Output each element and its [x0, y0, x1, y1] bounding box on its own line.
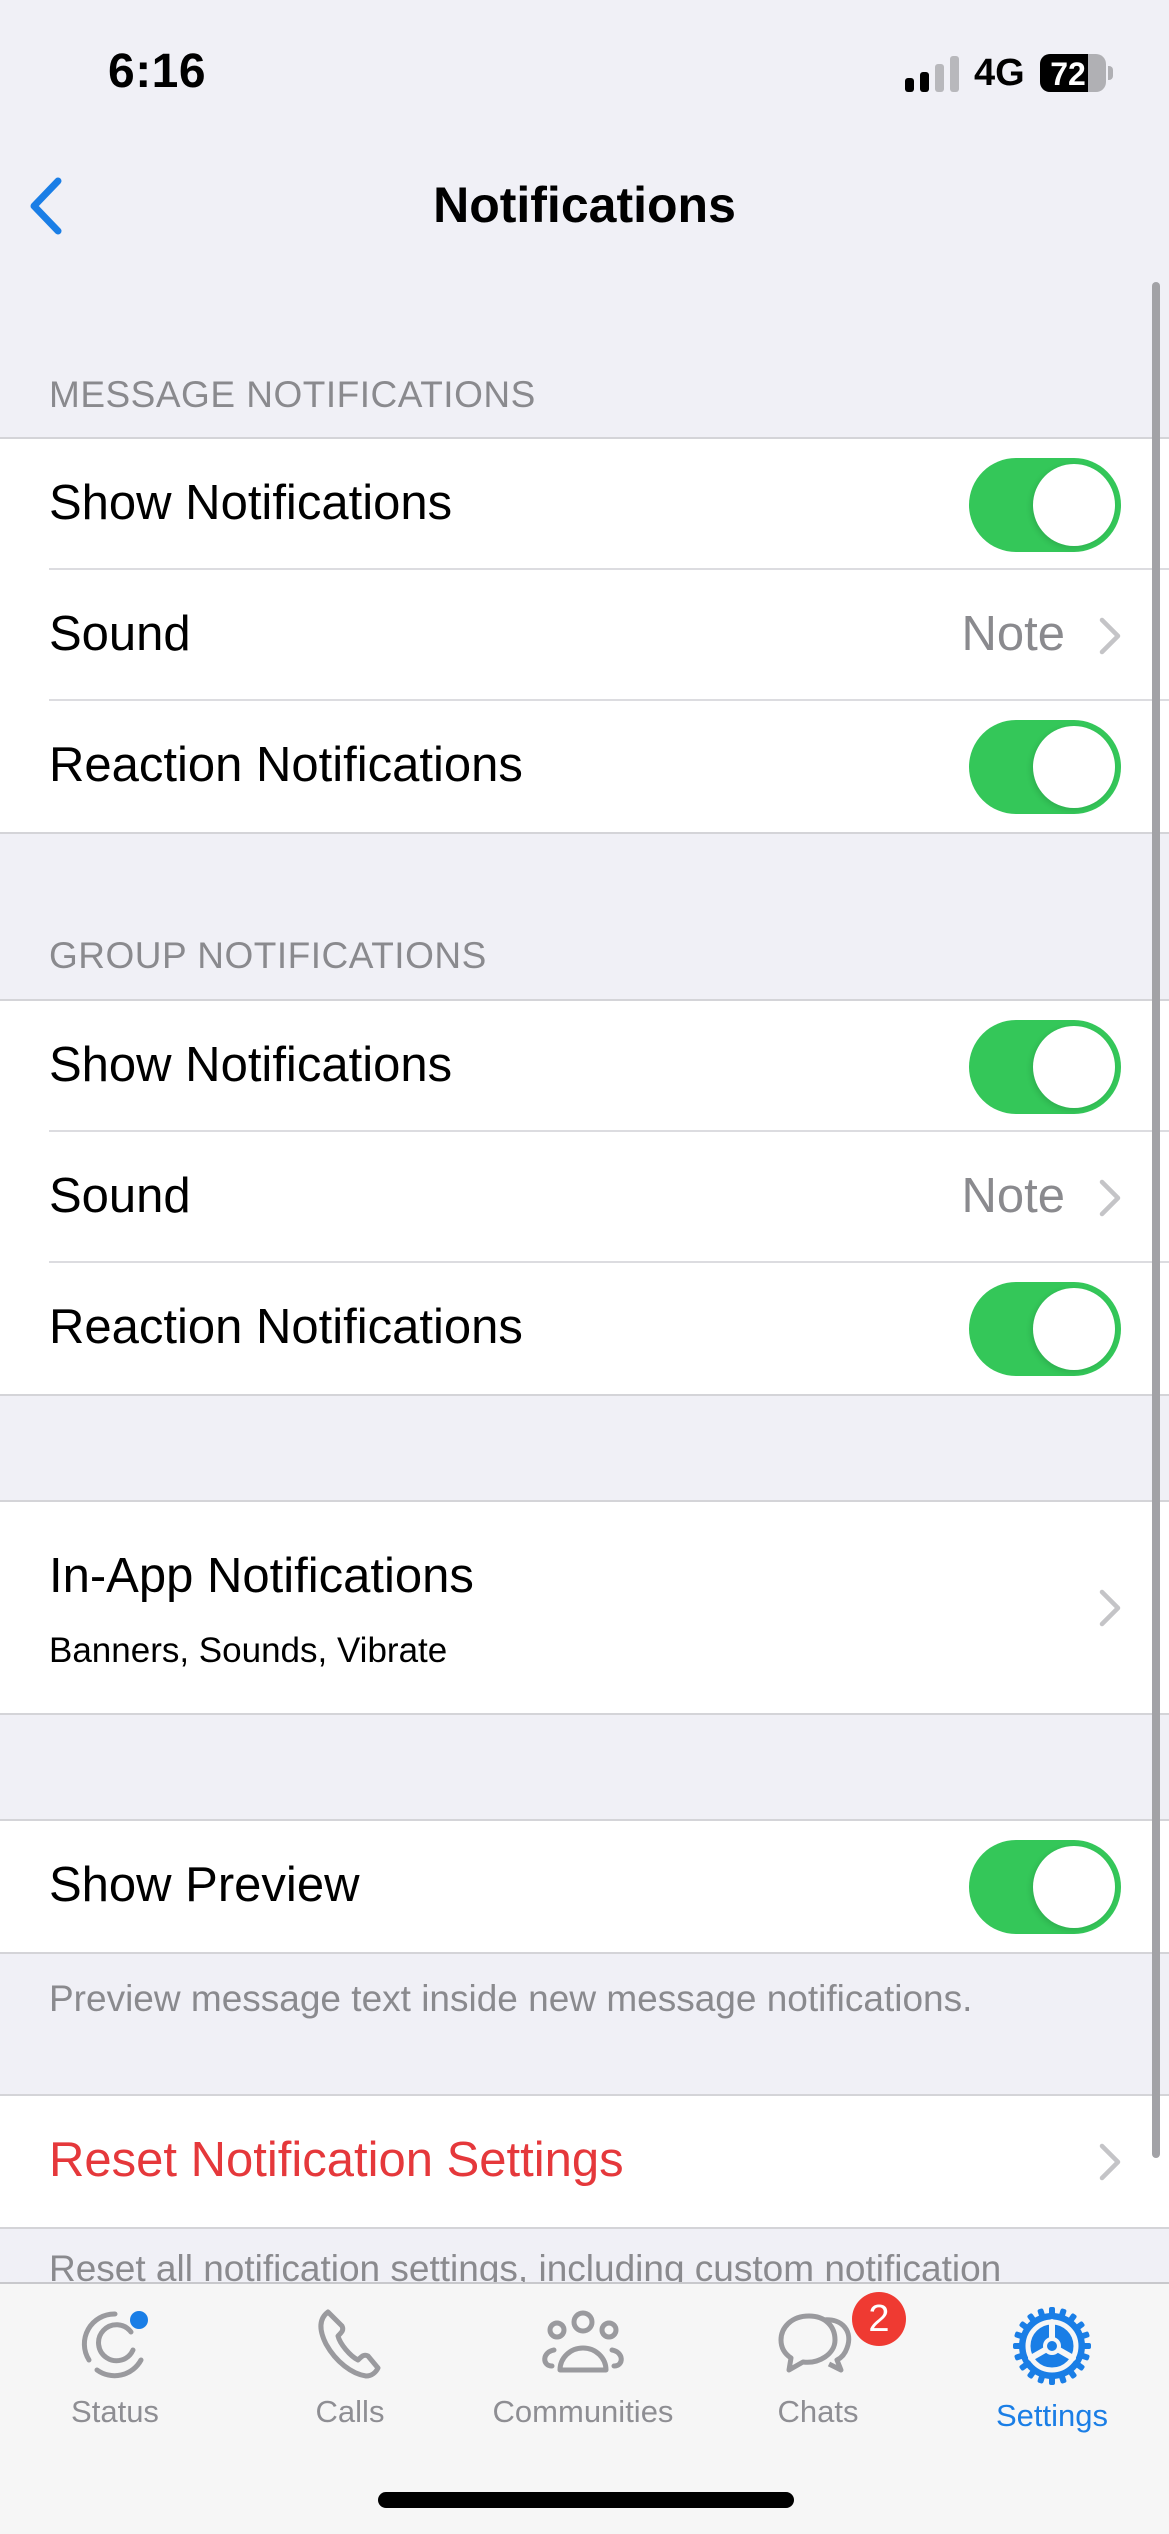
row-label: Show Notifications — [49, 476, 453, 530]
group-show-notifications-row[interactable]: Show Notifications — [0, 1001, 1169, 1132]
row-label: Sound — [49, 607, 191, 661]
row-label: Show Notifications — [49, 1038, 453, 1092]
scrollbar[interactable] — [1152, 282, 1160, 2158]
group-reaction-notifications-row[interactable]: Reaction Notifications — [0, 1263, 1169, 1394]
toggle-knob — [1033, 1846, 1115, 1928]
network-type: 4G — [974, 52, 1025, 94]
message-show-notifications-row[interactable]: Show Notifications — [0, 439, 1169, 570]
message-sound-row[interactable]: Sound Note — [0, 570, 1169, 701]
message-notifications-group: Show Notifications Sound Note Reaction N… — [0, 437, 1169, 834]
battery-icon: 72 — [1040, 54, 1106, 92]
row-label: Reaction Notifications — [49, 738, 523, 792]
row-label: Sound — [49, 1169, 191, 1223]
chats-unread-badge: 2 — [852, 2292, 906, 2346]
row-label: Reaction Notifications — [49, 1300, 523, 1354]
gear-icon — [1013, 2307, 1091, 2385]
gear-tooth — [1049, 2375, 1055, 2385]
toggle-knob — [1033, 1026, 1115, 1108]
reset-notification-settings-button[interactable]: Reset Notification Settings — [0, 2094, 1169, 2229]
tab-status[interactable]: Status — [15, 2304, 215, 2454]
battery-tip — [1108, 66, 1113, 80]
show-preview-group: Show Preview — [0, 1819, 1169, 1954]
group-notifications-group: Show Notifications Sound Note Reaction N… — [0, 999, 1169, 1396]
tab-label: Calls — [315, 2394, 385, 2429]
group-show-notifications-toggle[interactable] — [969, 1020, 1121, 1114]
reset-label: Reset Notification Settings — [49, 2133, 624, 2187]
gear-tooth — [1049, 2307, 1055, 2317]
tab-communities[interactable]: Communities — [483, 2304, 683, 2454]
chevron-right-icon — [1099, 1589, 1121, 1627]
toggle-knob — [1033, 726, 1115, 808]
section-header-message: MESSAGE NOTIFICATIONS — [49, 374, 536, 415]
group-reaction-notifications-toggle[interactable] — [969, 1282, 1121, 1376]
chats-icon — [778, 2313, 852, 2373]
tab-settings[interactable]: Settings — [952, 2304, 1152, 2454]
phone-icon — [318, 2309, 381, 2379]
sound-value: Note — [961, 607, 1065, 661]
chevron-right-icon — [1099, 617, 1121, 655]
show-preview-toggle[interactable] — [969, 1840, 1121, 1934]
tab-label: Settings — [995, 2398, 1108, 2433]
status-icon — [81, 2311, 148, 2379]
chevron-right-icon — [1099, 1179, 1121, 1217]
gear-tooth — [1081, 2343, 1091, 2349]
in-app-label: In-App Notifications — [49, 1549, 474, 1603]
toggle-knob — [1033, 1288, 1115, 1370]
section-header-group: GROUP NOTIFICATIONS — [49, 935, 487, 976]
message-reaction-notifications-row[interactable]: Reaction Notifications — [0, 701, 1169, 832]
home-indicator[interactable] — [378, 2492, 794, 2508]
chevron-right-icon — [1099, 2143, 1121, 2181]
cellular-signal-icon — [905, 56, 959, 92]
page-title: Notifications — [433, 177, 736, 233]
communities-icon — [542, 2310, 624, 2373]
toggle-knob — [1033, 464, 1115, 546]
in-app-subtitle: Banners, Sounds, Vibrate — [49, 1631, 448, 1670]
gear-tooth — [1013, 2343, 1023, 2349]
in-app-notifications-row[interactable]: In-App Notifications Banners, Sounds, Vi… — [0, 1500, 1169, 1715]
tab-label: Status — [71, 2394, 159, 2429]
battery-percent: 72 — [1050, 56, 1086, 92]
message-show-notifications-toggle[interactable] — [969, 458, 1121, 552]
show-preview-footer: Preview message text inside new message … — [49, 1978, 973, 2019]
message-reaction-notifications-toggle[interactable] — [969, 720, 1121, 814]
status-unread-dot — [130, 2311, 148, 2329]
tab-label: Communities — [492, 2394, 674, 2429]
tab-calls[interactable]: Calls — [250, 2304, 450, 2454]
show-preview-row[interactable]: Show Preview — [0, 1821, 1169, 1952]
group-sound-row[interactable]: Sound Note — [0, 1132, 1169, 1263]
row-label: Show Preview — [49, 1858, 360, 1912]
sound-value: Note — [961, 1169, 1065, 1223]
status-time: 6:16 — [108, 45, 207, 98]
tab-label: Chats — [777, 2394, 859, 2429]
